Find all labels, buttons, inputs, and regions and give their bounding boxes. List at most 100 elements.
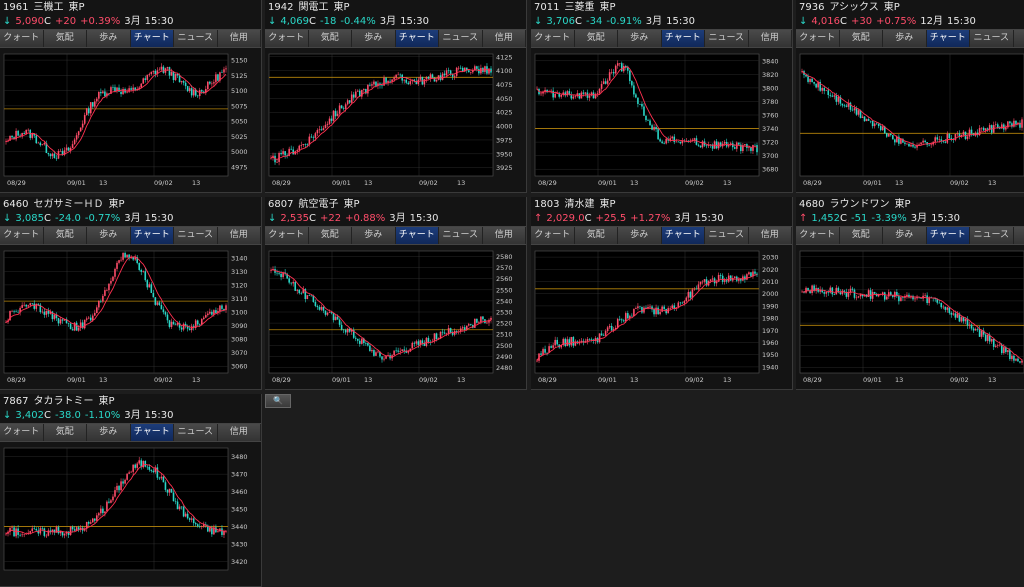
tab-quote[interactable]: クォート — [796, 30, 840, 47]
tab-board[interactable]: 気配 — [309, 227, 353, 244]
tab-board[interactable]: 気配 — [44, 227, 88, 244]
tab-chart[interactable]: チャート — [131, 424, 175, 441]
tab-trades[interactable]: 歩み — [883, 227, 927, 244]
candle-body — [290, 149, 292, 150]
tab-news[interactable]: ニュース — [174, 424, 218, 441]
tab-news[interactable]: ニュース — [970, 30, 1014, 47]
price-change-pct: -0.77% — [85, 213, 120, 224]
y-tick-label: 1950 — [762, 351, 779, 359]
tab-quote[interactable]: クォート — [265, 30, 309, 47]
candle-body — [337, 317, 339, 320]
stock-panel-7867[interactable]: 7867タカラトミー東P↓3,402C-38.0-1.10%3月15:30クォー… — [0, 394, 262, 587]
tab-trades[interactable]: 歩み — [618, 30, 662, 47]
tab-chart[interactable]: チャート — [927, 30, 971, 47]
y-tick-label: 3680 — [762, 166, 779, 174]
stock-panel-7011[interactable]: 7011三菱重東P↓3,706C-34-0.91%3月15:30クォート気配歩み… — [531, 0, 793, 193]
candle-body — [862, 117, 864, 118]
tab-margin[interactable]: 信用 — [1014, 30, 1024, 47]
stock-panel-1942[interactable]: 1942関電工東P↓4,069C-18-0.44%3月15:30クォート気配歩み… — [265, 0, 527, 193]
y-tick-label: 1960 — [762, 339, 779, 347]
tab-board[interactable]: 気配 — [840, 30, 884, 47]
tab-margin[interactable]: 信用 — [1014, 227, 1024, 244]
tab-trades[interactable]: 歩み — [618, 227, 662, 244]
candle-body — [142, 271, 144, 272]
stock-panel-4680[interactable]: 4680ラウンドワン東P↑1,452C-51-3.39%3月15:30クォート気… — [796, 197, 1024, 390]
candle-body — [754, 145, 756, 146]
candle-body — [872, 121, 874, 126]
tab-news[interactable]: ニュース — [174, 30, 218, 47]
tab-quote[interactable]: クォート — [531, 227, 575, 244]
tab-quote[interactable]: クォート — [0, 227, 44, 244]
stock-panel-6460[interactable]: 6460セガサミーＨＤ東P↓3,085C-24.0-0.77%3月15:30クォ… — [0, 197, 262, 390]
candle-body — [108, 284, 110, 291]
price-change: +30 — [851, 16, 872, 27]
tab-chart[interactable]: チャート — [927, 227, 971, 244]
candle-body — [888, 292, 890, 296]
stock-code: 6460 — [3, 199, 28, 210]
tab-news[interactable]: ニュース — [970, 227, 1014, 244]
stock-panel-1961[interactable]: 1961三機工東P↓5,090C+20+0.39%3月15:30クォート気配歩み… — [0, 0, 262, 193]
tab-margin[interactable]: 信用 — [218, 227, 262, 244]
tab-quote[interactable]: クォート — [796, 227, 840, 244]
tab-trades[interactable]: 歩み — [352, 227, 396, 244]
tab-board[interactable]: 気配 — [309, 30, 353, 47]
tab-chart[interactable]: チャート — [662, 30, 706, 47]
tab-board[interactable]: 気配 — [44, 424, 88, 441]
tab-news[interactable]: ニュース — [705, 227, 749, 244]
candle-body — [280, 274, 282, 277]
tab-news[interactable]: ニュース — [174, 227, 218, 244]
tab-board[interactable]: 気配 — [840, 227, 884, 244]
tab-chart[interactable]: チャート — [131, 227, 175, 244]
candle-body — [307, 144, 309, 145]
tab-news[interactable]: ニュース — [705, 30, 749, 47]
candle-body — [19, 535, 21, 536]
tab-margin[interactable]: 信用 — [749, 30, 793, 47]
tab-trades[interactable]: 歩み — [352, 30, 396, 47]
tab-chart[interactable]: チャート — [662, 227, 706, 244]
tab-quote[interactable]: クォート — [531, 30, 575, 47]
tab-trades[interactable]: 歩み — [87, 227, 131, 244]
candle-body — [890, 134, 892, 135]
tab-margin[interactable]: 信用 — [483, 30, 527, 47]
tab-board[interactable]: 気配 — [575, 227, 619, 244]
candle-body — [353, 95, 355, 98]
tab-quote[interactable]: クォート — [265, 227, 309, 244]
candle-body — [831, 288, 833, 295]
tab-trades[interactable]: 歩み — [883, 30, 927, 47]
tab-chart[interactable]: チャート — [396, 227, 440, 244]
candle-body — [750, 147, 752, 151]
stock-panel-6807[interactable]: 6807航空電子東P↓2,535C+22+0.88%3月15:30クォート気配歩… — [265, 197, 527, 390]
tab-board[interactable]: 気配 — [575, 30, 619, 47]
candle-body — [305, 144, 307, 145]
candle-body — [407, 351, 409, 352]
candle-body — [951, 313, 953, 315]
tab-chart[interactable]: チャート — [131, 30, 175, 47]
tab-news[interactable]: ニュース — [439, 227, 483, 244]
candle-body — [167, 490, 169, 493]
candle-body — [738, 143, 740, 145]
tab-chart[interactable]: チャート — [396, 30, 440, 47]
candle-body — [179, 75, 181, 82]
tab-quote[interactable]: クォート — [0, 424, 44, 441]
tab-margin[interactable]: 信用 — [218, 30, 262, 47]
search-icon[interactable]: 🔍 — [265, 394, 291, 408]
tab-margin[interactable]: 信用 — [218, 424, 262, 441]
tab-trades[interactable]: 歩み — [87, 424, 131, 441]
tab-board[interactable]: 気配 — [44, 30, 88, 47]
stock-panel-7936[interactable]: 7936アシックス東P↓4,016C+30+0.75%12月15:30クォート気… — [796, 0, 1024, 193]
candle-body — [706, 146, 708, 147]
tab-news[interactable]: ニュース — [439, 30, 483, 47]
quote-time: 15:30 — [666, 16, 695, 27]
candle-body — [1001, 124, 1003, 128]
x-tick-label: 09/02 — [950, 376, 969, 384]
candle-body — [355, 92, 357, 98]
stock-panel-1803[interactable]: 1803清水建東P↑2,029.0C+25.5+1.27%3月15:30クォート… — [531, 197, 793, 390]
tab-quote[interactable]: クォート — [0, 30, 44, 47]
candle-body — [82, 124, 84, 128]
x-tick-label: 13 — [457, 376, 465, 384]
candle-body — [589, 339, 591, 340]
candle-body — [116, 486, 118, 490]
tab-margin[interactable]: 信用 — [749, 227, 793, 244]
tab-margin[interactable]: 信用 — [483, 227, 527, 244]
tab-trades[interactable]: 歩み — [87, 30, 131, 47]
